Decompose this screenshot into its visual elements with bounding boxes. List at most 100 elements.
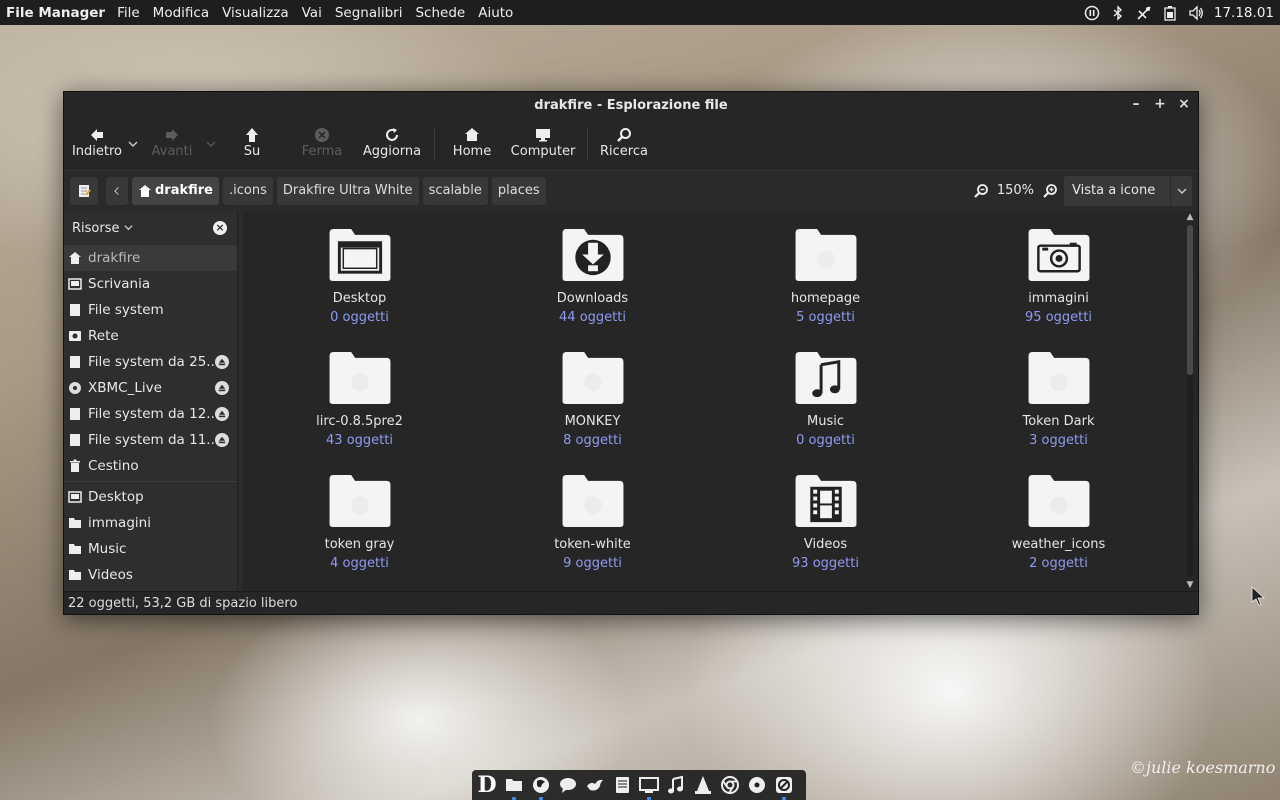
menu-vai[interactable]: Vai <box>302 5 322 21</box>
menu-modifica[interactable]: Modifica <box>153 5 209 21</box>
notes-icon[interactable] <box>611 774 633 796</box>
eject-icon[interactable] <box>215 407 229 421</box>
sidebar-item-scrivania[interactable]: Scrivania <box>64 271 237 297</box>
back-history-dropdown[interactable] <box>126 118 140 170</box>
vertical-scrollbar[interactable]: ▲ ▼ <box>1184 211 1196 591</box>
file-item-weather-icons[interactable]: weather_icons 2 oggetti <box>942 473 1175 574</box>
music-icon[interactable] <box>665 774 687 796</box>
sidebar-item-rete[interactable]: Rete <box>64 323 237 349</box>
sidebar-item-xbmc-live[interactable]: XBMC_Live <box>64 375 237 401</box>
edit-location-button[interactable] <box>70 176 98 205</box>
crumb-drakfire-ultra-white[interactable]: Drakfire Ultra White <box>276 176 419 205</box>
back-button[interactable]: Indietro <box>68 118 126 170</box>
computer-button[interactable]: Computer <box>501 118 585 170</box>
sidebar-item-cestino[interactable]: Cestino <box>64 453 237 479</box>
sidebar-item-music[interactable]: Music <box>64 536 237 562</box>
zoom-in-icon[interactable] <box>1042 183 1058 199</box>
scroll-up-arrow[interactable]: ▲ <box>1184 211 1196 223</box>
sidebar-item-videos[interactable]: Videos <box>64 562 237 588</box>
scrollbar-thumb[interactable] <box>1187 225 1193 375</box>
file-name: weather_icons <box>1011 537 1106 552</box>
reload-button[interactable]: Aggiorna <box>358 118 426 170</box>
folder-icon[interactable] <box>503 774 525 800</box>
forward-button[interactable]: Avanti <box>140 118 204 170</box>
status-bar: 22 oggetti, 53,2 GB di spazio libero <box>64 591 1198 614</box>
file-name: immagini <box>1028 291 1089 306</box>
sidebar-item-label: immagini <box>88 515 151 531</box>
volume-icon[interactable] <box>1188 4 1204 21</box>
toolbar: Indietro Avanti Su Ferma Aggiorna Home C… <box>64 118 1198 170</box>
file-item-downloads[interactable]: Downloads 44 oggetti <box>476 227 709 328</box>
scroll-down-arrow[interactable]: ▼ <box>1184 579 1196 591</box>
blocked-icon[interactable] <box>773 774 795 800</box>
sidebar-close-button[interactable]: × <box>213 221 227 235</box>
chrome-icon[interactable] <box>719 774 741 796</box>
file-item-lirc-0-8-5pre2[interactable]: lirc-0.8.5pre2 43 oggetti <box>243 350 476 451</box>
sidebar-item-file-system[interactable]: File system <box>64 297 237 323</box>
vlc-icon[interactable] <box>692 774 714 796</box>
menu-file[interactable]: File <box>117 5 140 21</box>
path-scroll-left-button[interactable] <box>106 176 128 205</box>
titlebar[interactable]: drakfire - Esplorazione file – + × <box>64 92 1198 118</box>
eject-icon[interactable] <box>215 355 229 369</box>
clock[interactable]: 17.18.01 <box>1214 5 1274 21</box>
forward-history-dropdown[interactable] <box>204 118 218 170</box>
chevron-down-icon <box>206 141 216 147</box>
crumb-scalable[interactable]: scalable <box>422 176 488 205</box>
sidebar-item-immagini[interactable]: immagini <box>64 510 237 536</box>
menu-segnalibri[interactable]: Segnalibri <box>335 5 403 21</box>
crumb-drakfire[interactable]: drakfire <box>132 176 219 205</box>
eject-icon[interactable] <box>215 433 229 447</box>
home-button[interactable]: Home <box>443 118 501 170</box>
close-button[interactable]: × <box>1176 96 1192 112</box>
bluetooth-icon[interactable] <box>1110 4 1126 21</box>
sidebar-item-label: Rete <box>88 328 119 344</box>
sidebar-item-label: Scrivania <box>88 276 151 292</box>
bird-icon[interactable] <box>584 774 606 796</box>
arrow-up-icon <box>244 126 260 144</box>
file-item-music[interactable]: Music 0 oggetti <box>709 350 942 451</box>
view-mode-select[interactable]: Vista a icone <box>1064 175 1192 206</box>
crumb-places[interactable]: places <box>491 176 546 205</box>
zoom-out-icon[interactable] <box>973 183 989 199</box>
sidebar-item-file-system-da-12[interactable]: File system da 12... <box>64 401 237 427</box>
network-off-icon[interactable] <box>1136 5 1152 21</box>
pause-icon[interactable] <box>1084 5 1100 21</box>
search-button[interactable]: Ricerca <box>594 118 654 170</box>
zoom-level[interactable]: 150% <box>997 183 1034 198</box>
crumb-icons[interactable]: .icons <box>223 176 273 205</box>
stop-button[interactable]: Ferma <box>286 118 358 170</box>
file-item-token-dark[interactable]: Token Dark 3 oggetti <box>942 350 1175 451</box>
app-name[interactable]: File Manager <box>6 5 105 21</box>
file-item-immagini[interactable]: immagini 95 oggetti <box>942 227 1175 328</box>
disc-icon[interactable] <box>746 774 768 796</box>
firefox-icon[interactable] <box>530 774 552 800</box>
file-manager-window: drakfire - Esplorazione file – + × Indie… <box>63 91 1199 615</box>
up-button[interactable]: Su <box>218 118 286 170</box>
file-item-monkey[interactable]: MONKEY 8 oggetti <box>476 350 709 451</box>
file-view[interactable]: Desktop 0 oggetti Downloads 44 oggetti homep… <box>243 211 1198 591</box>
maximize-button[interactable]: + <box>1152 96 1168 112</box>
file-item-token-gray[interactable]: token gray 4 oggetti <box>243 473 476 574</box>
chat-icon[interactable] <box>557 774 579 796</box>
sidebar-item-drakfire[interactable]: drakfire <box>64 245 237 271</box>
sidebar-mode-dropdown[interactable]: Risorse <box>72 221 133 236</box>
menu-schede[interactable]: Schede <box>415 5 465 21</box>
view-mode-value: Vista a icone <box>1072 183 1156 198</box>
sidebar-item-file-system-da-25[interactable]: File system da 25... <box>64 349 237 375</box>
sidebar-header: Risorse × <box>64 211 237 245</box>
menu-visualizza[interactable]: Visualizza <box>222 5 289 21</box>
file-item-videos[interactable]: Videos 93 oggetti <box>709 473 942 574</box>
dock-launcher[interactable]: D <box>476 772 498 798</box>
monitor-icon[interactable] <box>638 774 660 800</box>
sidebar-item-file-system-da-11[interactable]: File system da 11... <box>64 427 237 453</box>
sidebar-mode-label: Risorse <box>72 220 120 236</box>
eject-icon[interactable] <box>215 381 229 395</box>
file-item-desktop[interactable]: Desktop 0 oggetti <box>243 227 476 328</box>
menu-aiuto[interactable]: Aiuto <box>478 5 513 21</box>
file-item-token-white[interactable]: token-white 9 oggetti <box>476 473 709 574</box>
file-item-homepage[interactable]: homepage 5 oggetti <box>709 227 942 328</box>
minimize-button[interactable]: – <box>1128 96 1144 112</box>
battery-icon[interactable] <box>1162 5 1178 21</box>
sidebar-item-desktop[interactable]: Desktop <box>64 484 237 510</box>
